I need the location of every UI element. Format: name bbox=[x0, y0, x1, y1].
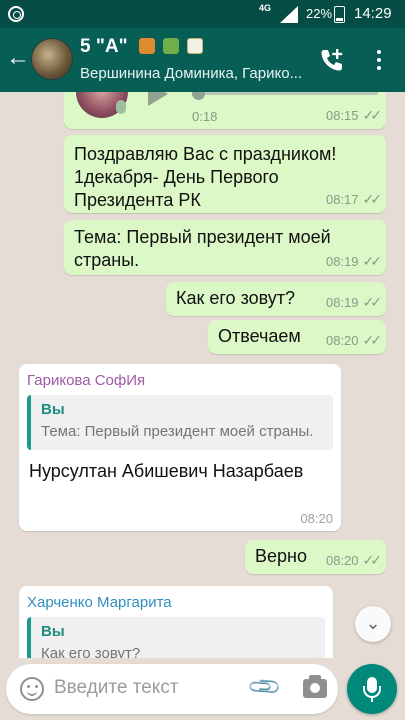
message-list[interactable]: 0:18 08:15 ✓✓ Поздравляю Вас с праздником… bbox=[0, 92, 405, 658]
message-input[interactable]: Введите текст bbox=[54, 677, 179, 699]
double-check-icon: ✓✓ bbox=[362, 552, 383, 568]
double-check-icon: ✓✓ bbox=[362, 191, 383, 207]
add-call-icon[interactable] bbox=[318, 46, 346, 74]
scroll-to-bottom-button[interactable]: ⌄ bbox=[355, 606, 391, 642]
voice-message-bubble[interactable]: 0:18 08:15 ✓✓ bbox=[64, 92, 386, 129]
title-emoji-group bbox=[138, 36, 207, 58]
message-meta: 08:19 ✓✓ bbox=[325, 253, 383, 270]
message-bubble[interactable]: Как его зовут? 08:19 ✓✓ bbox=[166, 282, 386, 316]
books-emoji-icon bbox=[163, 38, 180, 54]
message-meta: 08:20 ✓✓ bbox=[325, 332, 383, 349]
quote-text: Тема: Первый президент моей страны. bbox=[41, 423, 314, 440]
signal-icon bbox=[280, 6, 298, 23]
chrome-icon bbox=[8, 6, 24, 22]
chevron-down-icon: ⌄ bbox=[365, 613, 381, 633]
more-vert-icon[interactable] bbox=[372, 48, 386, 72]
battery-percent: 22% bbox=[306, 6, 333, 21]
sender-name: Харченко Маргарита bbox=[27, 594, 172, 611]
chat-title: 5 "А" bbox=[80, 36, 128, 57]
message-text: Нурсултан Абишевич Назарбаев bbox=[29, 461, 304, 481]
camera-icon[interactable] bbox=[303, 675, 327, 698]
message-bubble[interactable]: Верно 08:20 ✓✓ bbox=[245, 540, 386, 574]
message-bubble[interactable]: Тема: Первый президент моей страны. 08:1… bbox=[64, 220, 386, 275]
message-time: 08:15 bbox=[325, 108, 359, 123]
double-check-icon: ✓✓ bbox=[362, 294, 383, 310]
double-check-icon: ✓✓ bbox=[362, 332, 383, 348]
audio-progress-knob[interactable] bbox=[192, 92, 205, 100]
message-input-bar[interactable]: Введите текст 📎 bbox=[6, 664, 338, 714]
message-bubble[interactable]: Отвечаем 08:20 ✓✓ bbox=[208, 320, 386, 354]
chat-participants: Вершинина Доминика, Гарико... bbox=[80, 65, 303, 82]
chat-title-row[interactable]: 5 "А" bbox=[80, 36, 206, 58]
play-icon[interactable] bbox=[148, 92, 168, 106]
quote-author: Вы bbox=[41, 401, 65, 418]
message-meta: 08:15 ✓✓ bbox=[325, 107, 383, 124]
voice-record-button[interactable] bbox=[347, 664, 397, 714]
attach-icon[interactable]: 📎 bbox=[246, 668, 283, 706]
quote-author: Вы bbox=[41, 623, 65, 640]
backpack-emoji-icon bbox=[138, 38, 155, 54]
emoji-icon[interactable] bbox=[20, 677, 44, 701]
chat-header[interactable]: ← 5 "А" Вершинина Доминика, Гарико... bbox=[0, 28, 405, 92]
incoming-reply-bubble[interactable]: Харченко Маргарита Вы Как его зовут? bbox=[19, 586, 333, 658]
voice-duration: 0:18 bbox=[192, 109, 218, 124]
message-meta: 08:17 ✓✓ bbox=[325, 191, 383, 208]
mic-base bbox=[371, 697, 373, 702]
incoming-reply-bubble[interactable]: Гарикова СофИя Вы Тема: Первый президент… bbox=[19, 364, 341, 531]
network-type: 4G bbox=[259, 3, 272, 13]
sender-name: Гарикова СофИя bbox=[27, 372, 146, 389]
group-avatar[interactable] bbox=[31, 38, 73, 80]
message-time: 08:19 bbox=[325, 295, 359, 310]
double-check-icon: ✓✓ bbox=[362, 107, 383, 123]
message-bubble[interactable]: Поздравляю Вас с праздником! 1декабря- Д… bbox=[64, 135, 386, 213]
message-time: 08:17 bbox=[325, 192, 359, 207]
message-time: 08:20 bbox=[325, 553, 359, 568]
quoted-message[interactable]: Вы Как его зовут? bbox=[27, 617, 325, 658]
message-time: 08:19 bbox=[325, 254, 359, 269]
clock: 14:29 bbox=[354, 5, 392, 22]
double-check-icon: ✓✓ bbox=[362, 253, 383, 269]
status-bar: 4G 22% 14:29 bbox=[0, 0, 405, 28]
battery-icon bbox=[334, 6, 345, 23]
message-time: 08:20 bbox=[300, 511, 333, 526]
quote-text: Как его зовут? bbox=[41, 645, 141, 658]
quoted-message[interactable]: Вы Тема: Первый президент моей страны. bbox=[27, 395, 333, 450]
mic-icon bbox=[116, 100, 126, 114]
message-time: 08:20 bbox=[325, 333, 359, 348]
memo-emoji-icon bbox=[187, 38, 204, 54]
back-arrow-icon[interactable]: ← bbox=[6, 46, 30, 70]
message-meta: 08:20 ✓✓ bbox=[325, 552, 383, 569]
audio-progress-track[interactable] bbox=[204, 92, 378, 95]
message-meta: 08:19 ✓✓ bbox=[325, 294, 383, 311]
